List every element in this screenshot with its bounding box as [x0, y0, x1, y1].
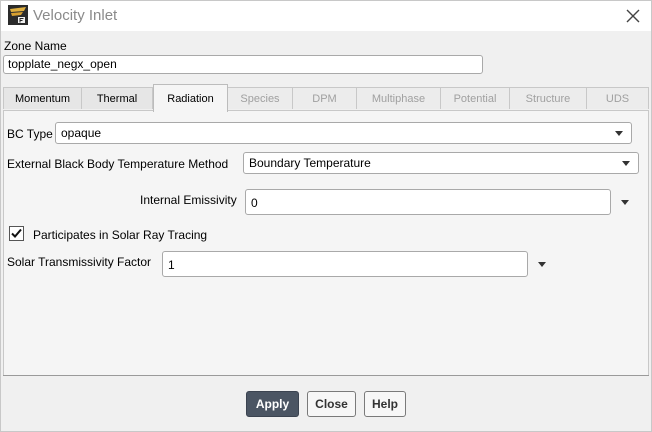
chevron-down-icon: [622, 161, 630, 166]
footer-divider: [3, 375, 649, 376]
internal-emissivity-label: Internal Emissivity: [140, 193, 237, 207]
solar-ray-tracing-checkbox[interactable]: [9, 226, 24, 241]
solar-ray-tracing-label: Participates in Solar Ray Tracing: [33, 228, 208, 242]
velocity-inlet-dialog: Velocity Inlet Zone Name topplate_negx_o…: [0, 0, 652, 432]
radiation-panel: [3, 111, 649, 375]
close-button[interactable]: Close: [307, 391, 356, 417]
apply-button[interactable]: Apply: [246, 391, 299, 417]
tab-radiation[interactable]: Radiation: [153, 84, 228, 112]
chevron-down-icon: [615, 131, 623, 136]
solar-transmissivity-options-icon[interactable]: [538, 262, 546, 267]
zone-name-label: Zone Name: [4, 39, 67, 53]
bc-type-dropdown[interactable]: opaque: [55, 122, 632, 144]
tab-uds[interactable]: UDS: [586, 87, 649, 109]
tab-thermal[interactable]: Thermal: [81, 87, 153, 109]
ext-bb-method-label: External Black Body Temperature Method: [7, 157, 229, 171]
title-bar: Velocity Inlet: [1, 1, 651, 31]
fluent-app-icon: [8, 5, 28, 25]
internal-emissivity-input[interactable]: 0: [245, 189, 611, 215]
window-title: Velocity Inlet: [33, 7, 118, 24]
solar-transmissivity-label: Solar Transmissivity Factor: [7, 255, 152, 269]
tab-bar: Momentum Thermal Radiation Species DPM M…: [3, 84, 651, 112]
tab-potential[interactable]: Potential: [440, 87, 510, 109]
tab-species[interactable]: Species: [227, 87, 293, 109]
bc-type-label: BC Type: [7, 127, 53, 141]
help-button[interactable]: Help: [364, 391, 406, 417]
bc-type-value: opaque: [61, 126, 102, 140]
tab-momentum[interactable]: Momentum: [3, 87, 82, 109]
checkmark-icon: [11, 228, 22, 238]
solar-transmissivity-input[interactable]: 1: [162, 251, 528, 277]
tab-structure[interactable]: Structure: [509, 87, 587, 109]
zone-name-input[interactable]: topplate_negx_open: [3, 55, 483, 74]
internal-emissivity-options-icon[interactable]: [621, 200, 629, 205]
ext-bb-method-dropdown[interactable]: Boundary Temperature: [243, 152, 639, 174]
tab-dpm[interactable]: DPM: [292, 87, 357, 109]
ext-bb-method-value: Boundary Temperature: [249, 156, 371, 170]
tab-multiphase[interactable]: Multiphase: [356, 87, 441, 109]
close-window-icon[interactable]: [621, 4, 645, 28]
